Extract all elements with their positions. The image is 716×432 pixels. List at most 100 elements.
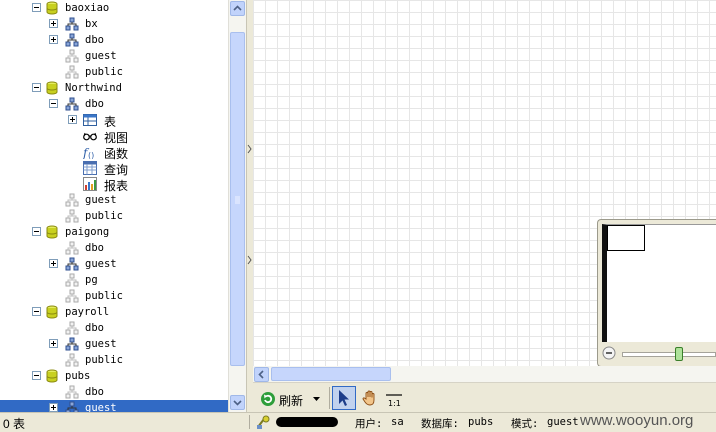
user-label: 用户: [355, 418, 383, 430]
chevron-up-icon [233, 5, 242, 11]
user-icon [65, 65, 79, 79]
tree-item-table[interactable]: 表 [0, 112, 228, 129]
tree-item-database[interactable]: paigong [0, 224, 228, 240]
tree-item-report[interactable]: 报表 [0, 176, 228, 193]
tree-item-database[interactable]: payroll [0, 304, 228, 320]
tree-item-label: bx [85, 18, 98, 30]
database-icon [46, 369, 58, 383]
schema-icon [65, 97, 79, 111]
tree-item-user[interactable]: guest [0, 192, 228, 208]
refresh-label: 刷新 [279, 394, 304, 408]
collapse-icon[interactable] [32, 307, 41, 316]
tree-item-user[interactable]: public [0, 64, 228, 80]
tree-item-label: public [85, 290, 123, 302]
tree-item-label: baoxiao [65, 2, 110, 14]
view-icon [83, 132, 97, 141]
svg-text:(): () [88, 151, 94, 159]
collapse-icon[interactable] [32, 83, 41, 92]
pan-tool-button[interactable] [359, 386, 381, 410]
zoom-slider-track[interactable] [622, 352, 716, 357]
tree-item-database[interactable]: Northwind [0, 80, 228, 96]
database-icon [46, 305, 58, 319]
user-icon [65, 273, 79, 287]
user-icon [65, 209, 79, 223]
collapse-icon[interactable] [49, 99, 58, 108]
user-icon [65, 385, 79, 399]
user-value: sa [391, 416, 404, 428]
pointer-icon [339, 390, 349, 406]
tree-item-database[interactable]: baoxiao [0, 0, 228, 16]
schema-label: 模式: [511, 418, 539, 430]
user-icon [65, 241, 79, 255]
expand-icon[interactable] [68, 115, 77, 124]
collapse-icon[interactable] [32, 3, 41, 12]
database-value: pubs [468, 416, 494, 428]
overview-navigator[interactable] [597, 219, 716, 367]
tree-vertical-scrollbar[interactable] [228, 0, 246, 412]
refresh-icon [261, 392, 275, 406]
select-tool-button[interactable] [332, 386, 356, 410]
report-icon [83, 177, 97, 191]
tree-item-label: dbo [85, 98, 104, 110]
tree-item-user[interactable]: public [0, 288, 228, 304]
tree-item-user[interactable]: dbo [0, 240, 228, 256]
database-icon [46, 225, 58, 239]
schema-value: guest [547, 416, 579, 428]
expand-icon[interactable] [49, 403, 58, 412]
scroll-down-button[interactable] [230, 395, 245, 410]
user-icon [65, 49, 79, 63]
tree-item-user[interactable]: pg [0, 272, 228, 288]
tree-item-function[interactable]: f() 函数 [0, 144, 228, 161]
tree-item-schema[interactable]: dbo [0, 32, 228, 48]
tree-item-label: dbo [85, 242, 104, 254]
tree-item-query[interactable]: 查询 [0, 160, 228, 177]
schema-icon [65, 401, 79, 412]
horizontal-scroll-thumb[interactable] [271, 367, 391, 381]
actual-size-button[interactable]: 1:1 [384, 386, 404, 410]
canvas-horizontal-scrollbar[interactable] [253, 366, 716, 382]
database-icon [46, 1, 58, 15]
tree-item-label: payroll [65, 306, 110, 318]
tree-item-schema[interactable]: bx [0, 16, 228, 32]
tree-item-label: dbo [85, 322, 104, 334]
collapse-icon[interactable] [32, 371, 41, 380]
connection-icon [257, 415, 270, 429]
zoom-slider-thumb[interactable] [675, 347, 683, 361]
collapse-icon[interactable] [32, 227, 41, 236]
tree-item-user[interactable]: dbo [0, 320, 228, 336]
tree-item-label: pg [85, 274, 98, 286]
tree-item-database[interactable]: pubs [0, 368, 228, 384]
tree-item-label: Northwind [65, 82, 122, 94]
refresh-button[interactable]: 刷新 [258, 388, 326, 410]
tree-item-schema[interactable]: guest [0, 256, 228, 272]
object-tree[interactable]: baoxiao bx dbo guest public Northwind dbo 表视图 f(… [0, 0, 228, 412]
tree-item-user[interactable]: public [0, 352, 228, 368]
tree-item-user[interactable]: dbo [0, 384, 228, 400]
user-icon [65, 193, 79, 207]
expand-icon[interactable] [49, 259, 58, 268]
expand-icon[interactable] [49, 19, 58, 28]
tree-item-label: guest [85, 402, 117, 412]
tree-item-schema[interactable]: guest [0, 336, 228, 352]
expand-icon[interactable] [49, 35, 58, 44]
expand-icon[interactable] [49, 339, 58, 348]
scroll-left-button[interactable] [254, 367, 269, 382]
scroll-up-button[interactable] [230, 1, 245, 16]
tree-item-schema[interactable]: dbo [0, 96, 228, 112]
diagram-toolbar: 刷新 1:1 [253, 382, 716, 413]
table-icon [83, 114, 97, 126]
schema-icon [65, 17, 79, 31]
schema-icon [65, 33, 79, 47]
user-icon [65, 289, 79, 303]
scroll-thumb[interactable] [230, 32, 245, 366]
tree-item-label: dbo [85, 386, 104, 398]
overview-frame[interactable] [607, 225, 645, 251]
tree-item-user[interactable]: guest [0, 48, 228, 64]
tree-item-view[interactable]: 视图 [0, 128, 228, 145]
tree-item-label: public [85, 210, 123, 222]
chevron-down-icon [233, 400, 242, 406]
overview-viewport [602, 224, 716, 342]
tree-item-user[interactable]: public [0, 208, 228, 224]
tree-item-schema[interactable]: guest [0, 400, 228, 412]
zoom-out-icon[interactable] [602, 346, 616, 360]
